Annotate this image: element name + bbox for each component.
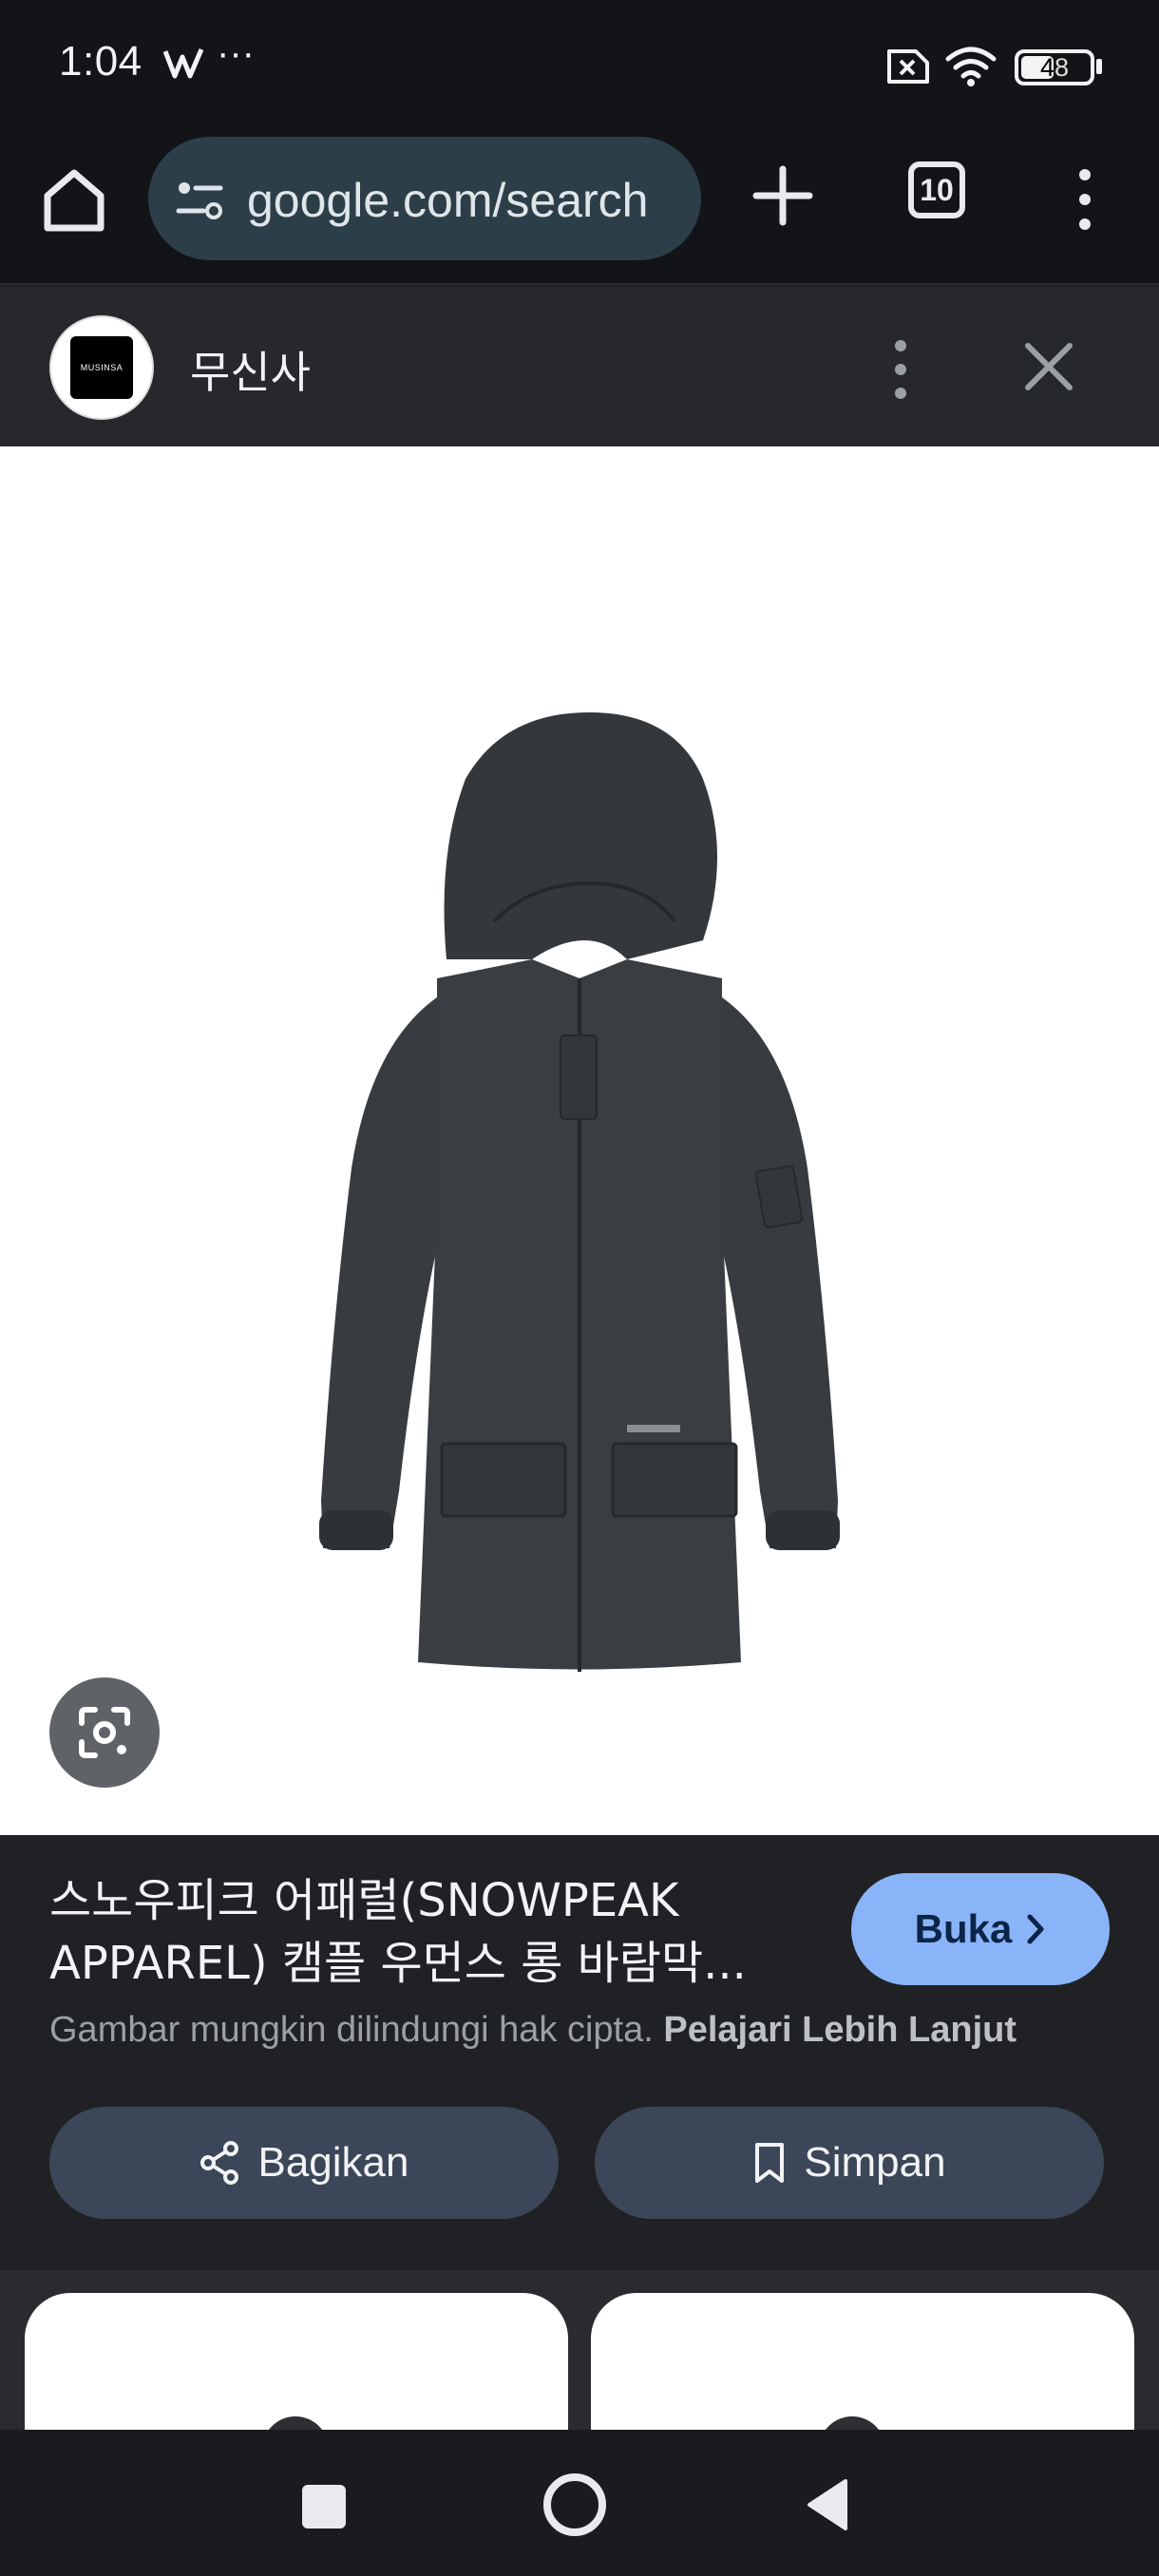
wifi-icon	[945, 47, 997, 86]
browser-toolbar: google.com/search 10	[0, 133, 1159, 285]
status-bar: 1:04 ··· 48	[0, 0, 1159, 133]
url-text: google.com/search	[247, 174, 649, 227]
product-title[interactable]: 스노우피크 어패럴(SNOWPEAK APPAREL) 캠플 우먼스 롱 바람막…	[49, 1869, 809, 1995]
related-image-card[interactable]	[25, 2293, 568, 2430]
no-sim-icon	[887, 49, 929, 84]
source-avatar[interactable]: MUSINSA	[49, 315, 154, 420]
system-navigation-bar	[0, 2430, 1159, 2576]
source-logo: MUSINSA	[70, 336, 133, 399]
source-menu-button[interactable]	[882, 336, 920, 403]
image-preview[interactable]	[0, 446, 1159, 1835]
home-nav-button[interactable]	[543, 2473, 606, 2536]
copyright-text: Gambar mungkin dilindungi hak cipta.	[49, 2010, 654, 2050]
new-tab-button[interactable]	[749, 161, 817, 230]
related-image-thumbnail	[262, 2416, 329, 2430]
save-label: Simpan	[804, 2139, 946, 2186]
more-notifications-icon: ···	[217, 32, 255, 74]
app-notification-icon	[163, 48, 204, 79]
save-button[interactable]: Simpan	[595, 2107, 1104, 2219]
copyright-notice: Gambar mungkin dilindungi hak cipta. Pel…	[49, 2010, 1016, 2051]
url-bar[interactable]: google.com/search	[148, 137, 701, 260]
share-label: Bagikan	[257, 2139, 409, 2186]
site-settings-icon[interactable]	[175, 175, 224, 224]
related-images	[0, 2270, 1159, 2430]
battery-tip	[1096, 59, 1102, 74]
share-icon	[200, 2141, 239, 2185]
status-time: 1:04	[59, 38, 142, 85]
product-image	[319, 712, 840, 1672]
tab-switcher-button[interactable]: 10	[908, 161, 965, 218]
related-image-thumbnail	[819, 2416, 885, 2430]
back-button[interactable]	[804, 2477, 849, 2532]
chevron-right-icon	[1027, 1914, 1044, 1944]
browser-menu-button[interactable]	[1066, 161, 1104, 237]
source-name[interactable]: 무신사	[190, 338, 311, 401]
open-button[interactable]: Buka	[851, 1873, 1110, 1985]
open-button-label: Buka	[914, 1906, 1013, 1951]
close-button[interactable]	[1018, 336, 1079, 397]
lens-icon	[79, 1707, 130, 1758]
learn-more-link[interactable]: Pelajari Lebih Lanjut	[663, 2010, 1016, 2050]
lens-search-button[interactable]	[49, 1677, 160, 1788]
battery-level: 48	[1039, 53, 1070, 82]
share-button[interactable]: Bagikan	[49, 2107, 559, 2219]
battery-icon: 48	[1015, 49, 1094, 85]
source-header: MUSINSA 무신사	[0, 287, 1159, 446]
image-details: 스노우피크 어패럴(SNOWPEAK APPAREL) 캠플 우먼스 롱 바람막…	[0, 1835, 1159, 2270]
status-icons: 48	[884, 44, 1112, 91]
home-button[interactable]	[36, 161, 112, 237]
bookmark-icon	[755, 2143, 785, 2183]
recents-button[interactable]	[302, 2485, 346, 2529]
related-image-card[interactable]	[591, 2293, 1134, 2430]
